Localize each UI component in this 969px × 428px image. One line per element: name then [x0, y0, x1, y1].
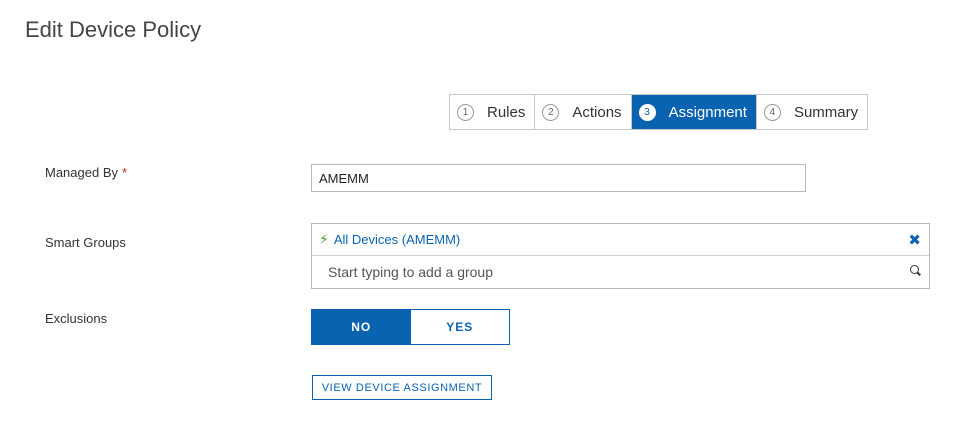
step-label: Actions	[572, 103, 622, 121]
exclusions-yes-option[interactable]: YES	[410, 310, 509, 344]
view-device-assignment-button[interactable]: VIEW DEVICE ASSIGNMENT	[312, 375, 492, 400]
step-assignment[interactable]: 3 Assignment	[631, 95, 757, 129]
step-label: Assignment	[668, 103, 747, 121]
smart-groups-field: ⚡ All Devices (AMEMM) ✖ Start typing to …	[311, 223, 930, 289]
smart-group-name[interactable]: All Devices (AMEMM)	[334, 232, 460, 247]
step-number: 2	[542, 103, 560, 121]
group-search-placeholder: Start typing to add a group	[328, 264, 493, 280]
page-title: Edit Device Policy	[25, 17, 202, 42]
managed-by-label: Managed By *	[45, 165, 128, 180]
smart-group-chip: ⚡ All Devices (AMEMM) ✖	[312, 224, 929, 256]
smart-groups-label: Smart Groups	[45, 235, 126, 250]
step-actions[interactable]: 2 Actions	[535, 95, 632, 129]
step-rules[interactable]: 1 Rules	[450, 95, 536, 129]
step-number: 4	[763, 103, 781, 121]
exclusions-toggle: NO YES	[311, 309, 510, 345]
step-summary[interactable]: 4 Summary	[756, 95, 868, 129]
step-number: 1	[457, 103, 474, 121]
step-number: 3	[638, 103, 656, 121]
group-search-input[interactable]: Start typing to add a group	[312, 256, 929, 288]
required-indicator: *	[122, 165, 128, 180]
step-label: Summary	[793, 103, 859, 121]
wizard-steps: 1 Rules 2 Actions 3 Assignment 4 Summary	[449, 94, 869, 130]
exclusions-label: Exclusions	[45, 311, 108, 326]
remove-group-icon[interactable]: ✖	[908, 231, 921, 249]
magic-wand-icon: ⚡	[319, 231, 329, 247]
managed-by-field[interactable]: AMEMM	[311, 164, 806, 192]
search-icon	[910, 265, 919, 274]
step-label: Rules	[487, 103, 526, 121]
exclusions-no-option[interactable]: NO	[312, 310, 411, 344]
